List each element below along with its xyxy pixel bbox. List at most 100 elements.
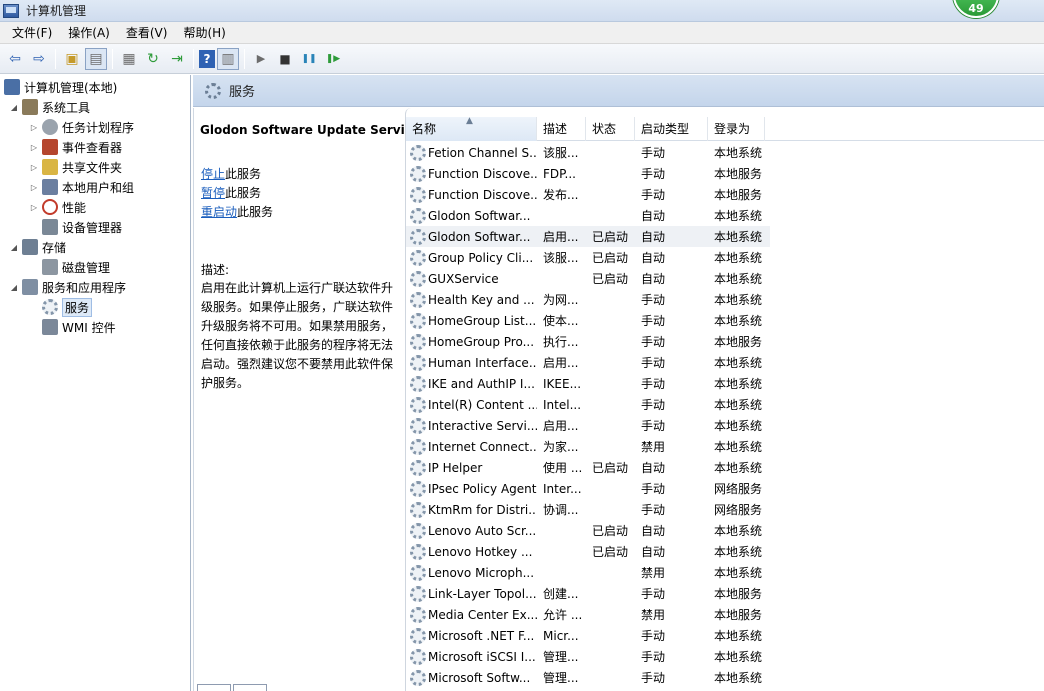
service-name-cell: Glodon Softwar...: [428, 208, 531, 223]
service-status-cell: 已启动: [592, 461, 629, 475]
column-header-status[interactable]: 状态: [586, 117, 635, 141]
expand-arrow-icon[interactable]: ▷: [28, 143, 40, 152]
table-row[interactable]: Glodon Softwar... 启用... 已启动 自动 本地系统: [406, 226, 770, 247]
service-name-cell: Function Discove...: [428, 187, 537, 202]
pause-service-icon[interactable]: ❚❚: [298, 48, 320, 70]
storage-icon: [22, 239, 38, 255]
service-description-cell: 启用...: [543, 230, 579, 244]
restart-service-link[interactable]: 重启动: [201, 205, 237, 219]
table-row[interactable]: Fetion Channel S... 该服... 手动 本地系统: [406, 142, 770, 163]
toolbar-separator: [193, 48, 194, 69]
table-row[interactable]: Microsoft .NET F... Micr... 手动 本地系统: [406, 625, 770, 646]
tree-item-storage[interactable]: ◢ 存储: [8, 237, 66, 257]
forward-arrow-icon[interactable]: ⇨: [28, 48, 50, 70]
table-row[interactable]: Function Discove... 发布... 手动 本地服务: [406, 184, 770, 205]
service-startup-type-cell: 手动: [641, 293, 666, 307]
services-gear-icon: [42, 299, 58, 315]
action-pane-icon[interactable]: ▥: [217, 47, 239, 70]
menu-file[interactable]: 文件(F): [4, 23, 60, 43]
table-row[interactable]: Media Center Ex... 允许 ... 禁用 本地服务: [406, 604, 770, 625]
table-row[interactable]: Group Policy Cli... 该服... 已启动 自动 本地系统: [406, 247, 770, 268]
service-gear-icon: [410, 501, 426, 518]
tree-item-services-applications[interactable]: ◢ 服务和应用程序: [8, 277, 126, 297]
service-log-on-as-cell: 本地系统: [714, 671, 763, 685]
properties-icon[interactable]: ▦: [118, 48, 140, 70]
service-description-cell: Inter...: [543, 481, 582, 496]
expand-arrow-icon[interactable]: ▷: [28, 123, 40, 132]
tab-extended[interactable]: [197, 684, 231, 691]
shared-folders-icon: [42, 159, 58, 175]
tree-item-services[interactable]: 服务: [28, 297, 93, 317]
service-startup-type-cell: 自动: [641, 545, 666, 559]
tree-item-shared-folders[interactable]: ▷ 共享文件夹: [28, 157, 122, 177]
restart-service-icon[interactable]: ❚▶: [322, 48, 344, 70]
service-startup-type-cell: 手动: [641, 335, 666, 349]
table-row[interactable]: Link-Layer Topol... 创建... 手动 本地服务: [406, 583, 770, 604]
service-description-cell: 为家...: [543, 440, 579, 454]
tree-item-computer-management[interactable]: 计算机管理(本地): [2, 77, 117, 97]
menu-help[interactable]: 帮助(H): [175, 23, 233, 43]
start-service-icon[interactable]: ▶: [250, 48, 272, 70]
service-description-cell: 管理...: [543, 650, 579, 664]
collapse-arrow-icon[interactable]: ◢: [8, 103, 20, 112]
tree-item-event-viewer[interactable]: ▷ 事件查看器: [28, 137, 122, 157]
stop-service-link[interactable]: 停止: [201, 167, 225, 181]
column-header-description[interactable]: 描述: [537, 117, 586, 141]
column-header-name[interactable]: ▲ 名称: [406, 116, 537, 141]
wmi-control-icon: [42, 319, 58, 335]
tree-item-local-users-groups[interactable]: ▷ 本地用户和组: [28, 177, 134, 197]
column-header-log-on-as[interactable]: 登录为: [708, 117, 765, 141]
table-row[interactable]: Interactive Servi... 启用... 手动 本地系统: [406, 415, 770, 436]
tree-item-device-manager[interactable]: 设备管理器: [28, 217, 122, 237]
tree-item-label: 系统工具: [42, 100, 91, 115]
table-row[interactable]: Health Key and ... 为网... 手动 本地系统: [406, 289, 770, 310]
table-row[interactable]: IPsec Policy Agent Inter... 手动 网络服务: [406, 478, 770, 499]
service-description-cell: FDP...: [543, 166, 576, 181]
console-tree-icon[interactable]: ▤: [85, 47, 107, 70]
table-row[interactable]: GUXService 已启动 自动 本地系统: [406, 268, 770, 289]
expand-arrow-icon[interactable]: ▷: [28, 183, 40, 192]
service-log-on-as-cell: 本地系统: [714, 209, 763, 223]
table-row[interactable]: Intel(R) Content ... Intel... 手动 本地系统: [406, 394, 770, 415]
table-row[interactable]: Human Interface... 启用... 手动 本地系统: [406, 352, 770, 373]
expand-arrow-icon[interactable]: ▷: [28, 203, 40, 212]
tree-item-task-scheduler[interactable]: ▷ 任务计划程序: [28, 117, 134, 137]
menu-view[interactable]: 查看(V): [118, 23, 176, 43]
service-name-cell: IPsec Policy Agent: [428, 481, 537, 496]
refresh-icon[interactable]: ↻: [142, 48, 164, 70]
table-row[interactable]: Lenovo Auto Scr... 已启动 自动 本地系统: [406, 520, 770, 541]
menu-action[interactable]: 操作(A): [60, 23, 118, 43]
services-applications-icon: [22, 279, 38, 295]
table-row[interactable]: Function Discove... FDP... 手动 本地服务: [406, 163, 770, 184]
collapse-arrow-icon[interactable]: ◢: [8, 243, 20, 252]
table-row[interactable]: Glodon Softwar... 自动 本地系统: [406, 205, 770, 226]
folder-up-icon[interactable]: ▣: [61, 48, 83, 70]
tree-item-label: 服务和应用程序: [42, 280, 127, 295]
expand-arrow-icon[interactable]: ▷: [28, 163, 40, 172]
tab-standard[interactable]: [233, 684, 267, 691]
table-row[interactable]: Lenovo Hotkey ... 已启动 自动 本地系统: [406, 541, 770, 562]
tree-item-wmi-control[interactable]: WMI 控件: [28, 317, 116, 337]
service-gear-icon: [410, 396, 426, 413]
stop-service-icon[interactable]: ■: [274, 48, 296, 70]
tree-item-system-tools[interactable]: ◢ 系统工具: [8, 97, 90, 117]
table-row[interactable]: Internet Connect... 为家... 禁用 本地系统: [406, 436, 770, 457]
table-row[interactable]: Microsoft iSCSI I... 管理... 手动 本地系统: [406, 646, 770, 667]
table-row[interactable]: Lenovo Microph... 禁用 本地系统: [406, 562, 770, 583]
help-icon[interactable]: ?: [199, 49, 215, 68]
description-label: 描述:: [201, 263, 230, 277]
service-startup-type-cell: 手动: [641, 482, 666, 496]
collapse-arrow-icon[interactable]: ◢: [8, 283, 20, 292]
table-row[interactable]: IP Helper 使用 ... 已启动 自动 本地系统: [406, 457, 770, 478]
table-row[interactable]: IKE and AuthIP I... IKEE... 手动 本地系统: [406, 373, 770, 394]
column-header-startup-type[interactable]: 启动类型: [635, 117, 708, 141]
back-arrow-icon[interactable]: ⇦: [4, 48, 26, 70]
table-row[interactable]: HomeGroup List... 使本... 手动 本地系统: [406, 310, 770, 331]
tree-item-disk-management[interactable]: 磁盘管理: [28, 257, 110, 277]
table-row[interactable]: HomeGroup Pro... 执行... 手动 本地服务: [406, 331, 770, 352]
export-list-icon[interactable]: ⇥: [166, 48, 188, 70]
pause-service-link[interactable]: 暂停: [201, 186, 225, 200]
tree-item-performance[interactable]: ▷ 性能: [28, 197, 86, 217]
table-row[interactable]: Microsoft Softw... 管理... 手动 本地系统: [406, 667, 770, 688]
table-row[interactable]: KtmRm for Distri... 协调... 手动 网络服务: [406, 499, 770, 520]
